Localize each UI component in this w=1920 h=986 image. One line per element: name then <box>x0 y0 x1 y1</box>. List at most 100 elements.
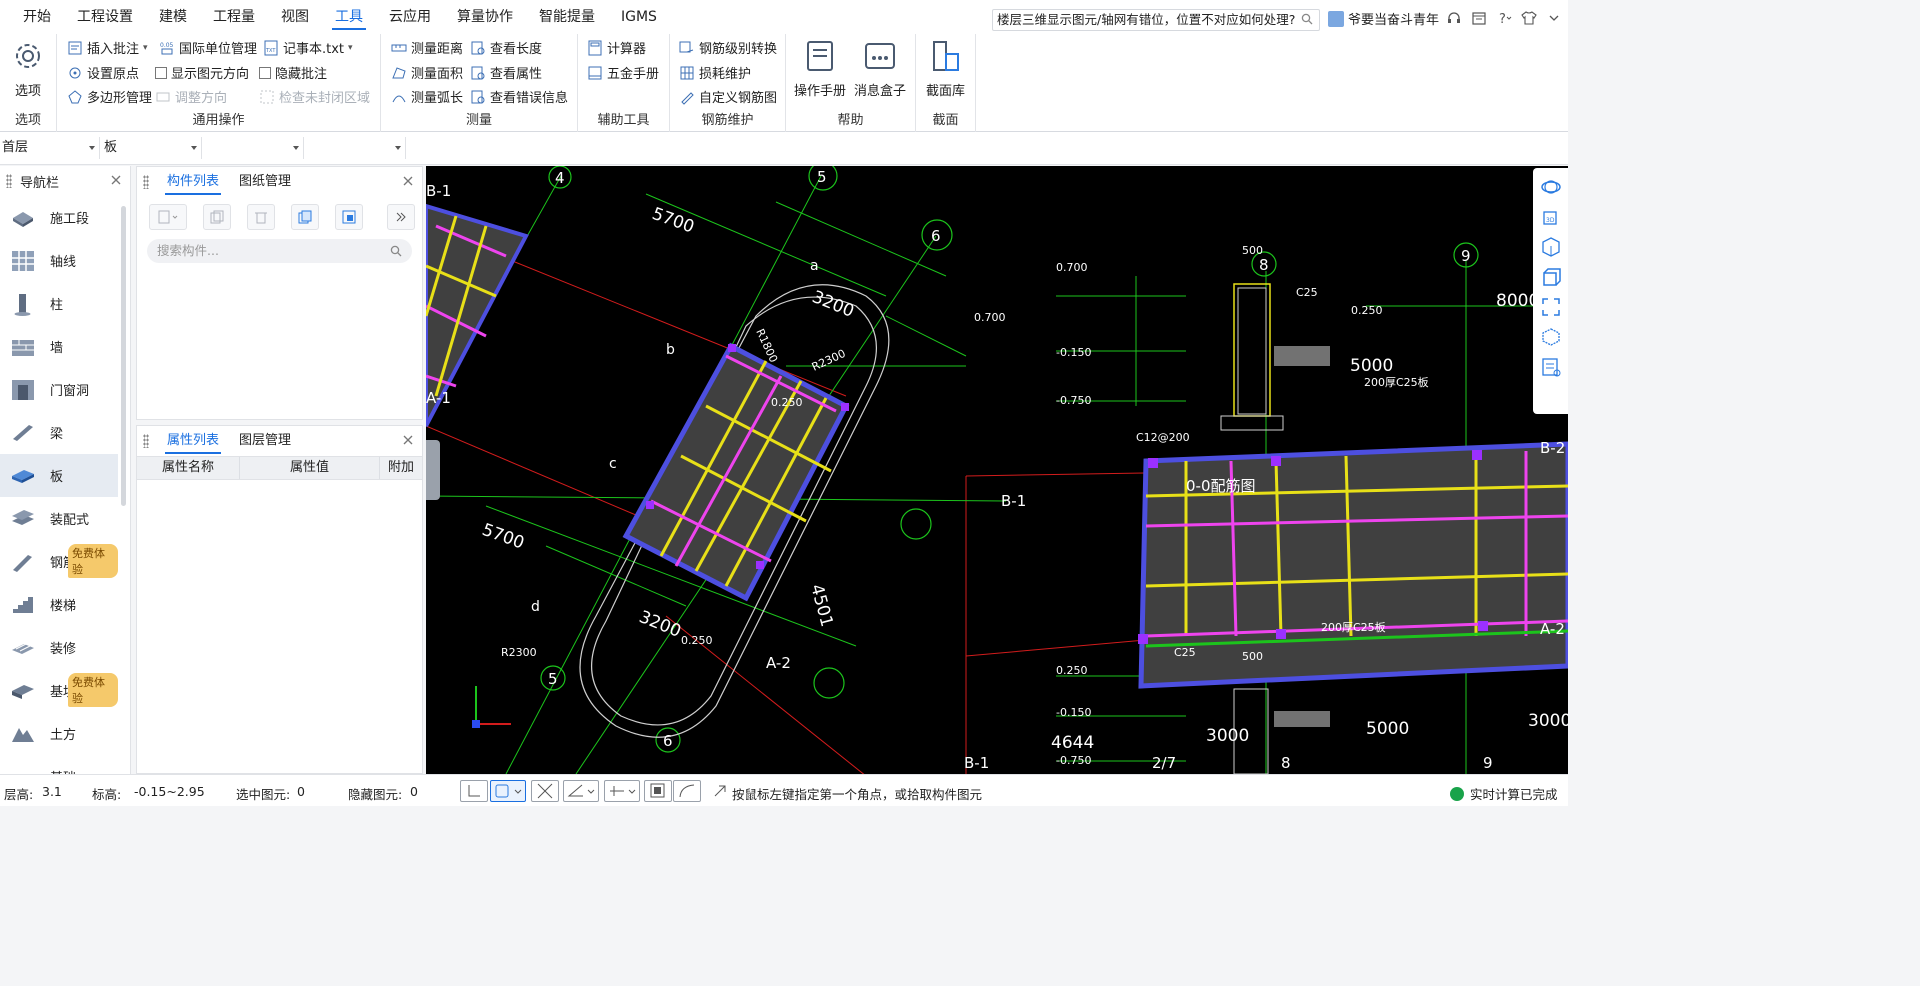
cross-button[interactable] <box>531 780 559 802</box>
subtype-select[interactable] <box>204 137 304 159</box>
manual-button[interactable]: 操作手册 <box>794 38 846 99</box>
nav-item-section[interactable]: 施工段 <box>0 196 118 239</box>
polygon-mgmt-button[interactable]: 多边形管理 <box>67 87 152 106</box>
drag-handle-icon[interactable] <box>143 175 149 189</box>
shirt-icon[interactable] <box>1521 10 1537 26</box>
nav-scrollbar[interactable] <box>121 206 126 506</box>
nav-item-prefab[interactable]: 装配式 <box>0 497 118 540</box>
nav-item-door-window[interactable]: 门窗洞 <box>0 368 118 411</box>
3d-view-icon[interactable]: 3D <box>1540 206 1562 228</box>
measure-distance-label: 测量距离 <box>411 42 464 57</box>
view-errors-button[interactable]: 查看错误信息 <box>470 87 568 106</box>
drag-handle-icon[interactable] <box>6 174 12 188</box>
offset-button[interactable] <box>604 780 640 802</box>
notepad-button[interactable]: TXT 记事本.txt ▾ <box>263 38 353 57</box>
check-unclosed-button[interactable]: 检查未封闭区域 <box>259 87 370 106</box>
nav-item-foundation[interactable]: 基础 <box>0 755 118 774</box>
orthogonal-button[interactable] <box>460 780 488 802</box>
close-icon[interactable] <box>402 434 414 446</box>
menu-start[interactable]: 开始 <box>10 0 64 34</box>
measure-arc-button[interactable]: 测量弧长 <box>391 87 463 106</box>
component-select[interactable] <box>306 137 406 159</box>
section-lib-button[interactable]: 截面库 <box>926 38 965 99</box>
import-component-button[interactable] <box>335 204 363 230</box>
section-box-icon[interactable] <box>1540 326 1562 348</box>
new-component-button[interactable] <box>149 204 187 230</box>
show-direction-checkbox[interactable]: 显示图元方向 <box>155 63 249 82</box>
hide-notes-checkbox[interactable]: 隐藏批注 <box>259 63 327 82</box>
user-account[interactable]: 爷要当奋斗青年 <box>1328 9 1439 28</box>
nav-item-pit-support[interactable]: 基坑支护 免费体验 <box>0 669 118 712</box>
set-origin-button[interactable]: 设置原点 <box>67 63 139 82</box>
menu-cloud[interactable]: 云应用 <box>376 0 444 34</box>
help-search-input[interactable]: 楼层三维显示图元/轴网有错位，位置不对应如何处理? <box>992 9 1320 31</box>
floor-select[interactable]: 首层 <box>0 137 100 159</box>
measure-distance-button[interactable]: 测量距离 <box>391 38 463 57</box>
menu-igms[interactable]: IGMS <box>608 0 670 34</box>
close-icon[interactable] <box>110 174 122 186</box>
rebar-icon <box>13 554 32 572</box>
drag-handle-icon[interactable] <box>143 434 149 448</box>
calculator-button[interactable]: 计算器 <box>587 38 646 57</box>
menu-smart[interactable]: 智能提量 <box>526 0 608 34</box>
nav-item-column[interactable]: 柱 <box>0 282 118 325</box>
fullscreen-icon[interactable] <box>1540 296 1562 318</box>
adjust-direction-button[interactable]: 调整方向 <box>155 87 227 106</box>
menu-tools[interactable]: 工具 <box>322 0 376 34</box>
column-header-extra: 附加 <box>387 460 414 475</box>
calendar-icon[interactable] <box>1471 10 1487 26</box>
menu-quantity[interactable]: 工程量 <box>200 0 268 34</box>
options-button[interactable]: 选项 <box>10 38 46 99</box>
component-search-input[interactable]: 搜索构件... <box>147 239 412 263</box>
help-icon[interactable]: ? <box>1496 10 1512 27</box>
close-icon[interactable] <box>402 175 414 187</box>
drawing-canvas[interactable]: 5700 5700 3200 3200 4501 8000 5000 5000 … <box>426 166 1568 774</box>
menu-collab[interactable]: 算量协作 <box>444 0 526 34</box>
nav-item-decoration[interactable]: 装修 <box>0 626 118 669</box>
nav-item-slab[interactable]: 板 <box>0 454 118 497</box>
menu-modeling[interactable]: 建模 <box>146 0 200 34</box>
cube-view-icon[interactable] <box>1540 236 1562 258</box>
nav-item-axis[interactable]: 轴线 <box>0 239 118 282</box>
hardware-manual-button[interactable]: 五金手册 <box>587 63 659 82</box>
nav-item-beam[interactable]: 梁 <box>0 411 118 454</box>
type-select[interactable]: 板 <box>102 137 202 159</box>
measure-area-button[interactable]: 测量面积 <box>391 63 463 82</box>
insert-note-button[interactable]: 插入批注 ▾ <box>67 38 148 57</box>
orbit-icon[interactable] <box>1540 176 1562 198</box>
intl-unit-button[interactable]: 0.05 国际单位管理 <box>159 38 257 58</box>
nav-item-stairs[interactable]: 楼梯 <box>0 583 118 626</box>
message-box-button[interactable]: 消息盒子 <box>854 38 906 99</box>
tab-property-list[interactable]: 属性列表 <box>157 426 229 456</box>
custom-rebar-button[interactable]: 自定义钢筋图 <box>679 87 777 106</box>
double-chevron-right-icon <box>396 212 406 222</box>
headset-icon[interactable] <box>1446 10 1462 26</box>
delete-component-button[interactable] <box>247 204 275 230</box>
view-props-button[interactable]: 查看属性 <box>470 63 542 82</box>
copy-component-button[interactable] <box>203 204 231 230</box>
notepad-label: 记事本.txt <box>283 42 345 57</box>
tab-component-list[interactable]: 构件列表 <box>157 167 229 197</box>
snap-button[interactable] <box>490 780 526 802</box>
list-view-icon[interactable] <box>1540 356 1562 378</box>
nav-item-wall[interactable]: 墙 <box>0 325 118 368</box>
nav-item-rebar[interactable]: 钢筋混凝土 免费体验 <box>0 540 118 583</box>
solid-cube-icon[interactable] <box>1540 266 1562 288</box>
axis-label: A-1 <box>426 389 451 407</box>
layer-display-button[interactable] <box>644 780 672 802</box>
rebar-grade-button[interactable]: 钢筋级别转换 <box>679 38 777 57</box>
menu-project-settings[interactable]: 工程设置 <box>64 0 146 34</box>
window-menu-icon[interactable] <box>1546 10 1562 26</box>
tab-drawing-mgmt[interactable]: 图纸管理 <box>229 167 301 197</box>
duplicate-layer-button[interactable] <box>291 204 319 230</box>
angle-button[interactable] <box>563 780 599 802</box>
tab-layer-mgmt[interactable]: 图层管理 <box>229 426 301 456</box>
nav-item-earthwork[interactable]: 土方 <box>0 712 118 755</box>
more-button[interactable] <box>387 204 415 230</box>
view-length-button[interactable]: 查看长度 <box>470 38 542 57</box>
loss-maintenance-button[interactable]: 损耗维护 <box>679 63 751 82</box>
menu-view[interactable]: 视图 <box>268 0 322 34</box>
panel-collapse-handle[interactable] <box>426 440 440 500</box>
door-icon <box>12 379 34 400</box>
arc-mode-button[interactable] <box>673 780 701 802</box>
